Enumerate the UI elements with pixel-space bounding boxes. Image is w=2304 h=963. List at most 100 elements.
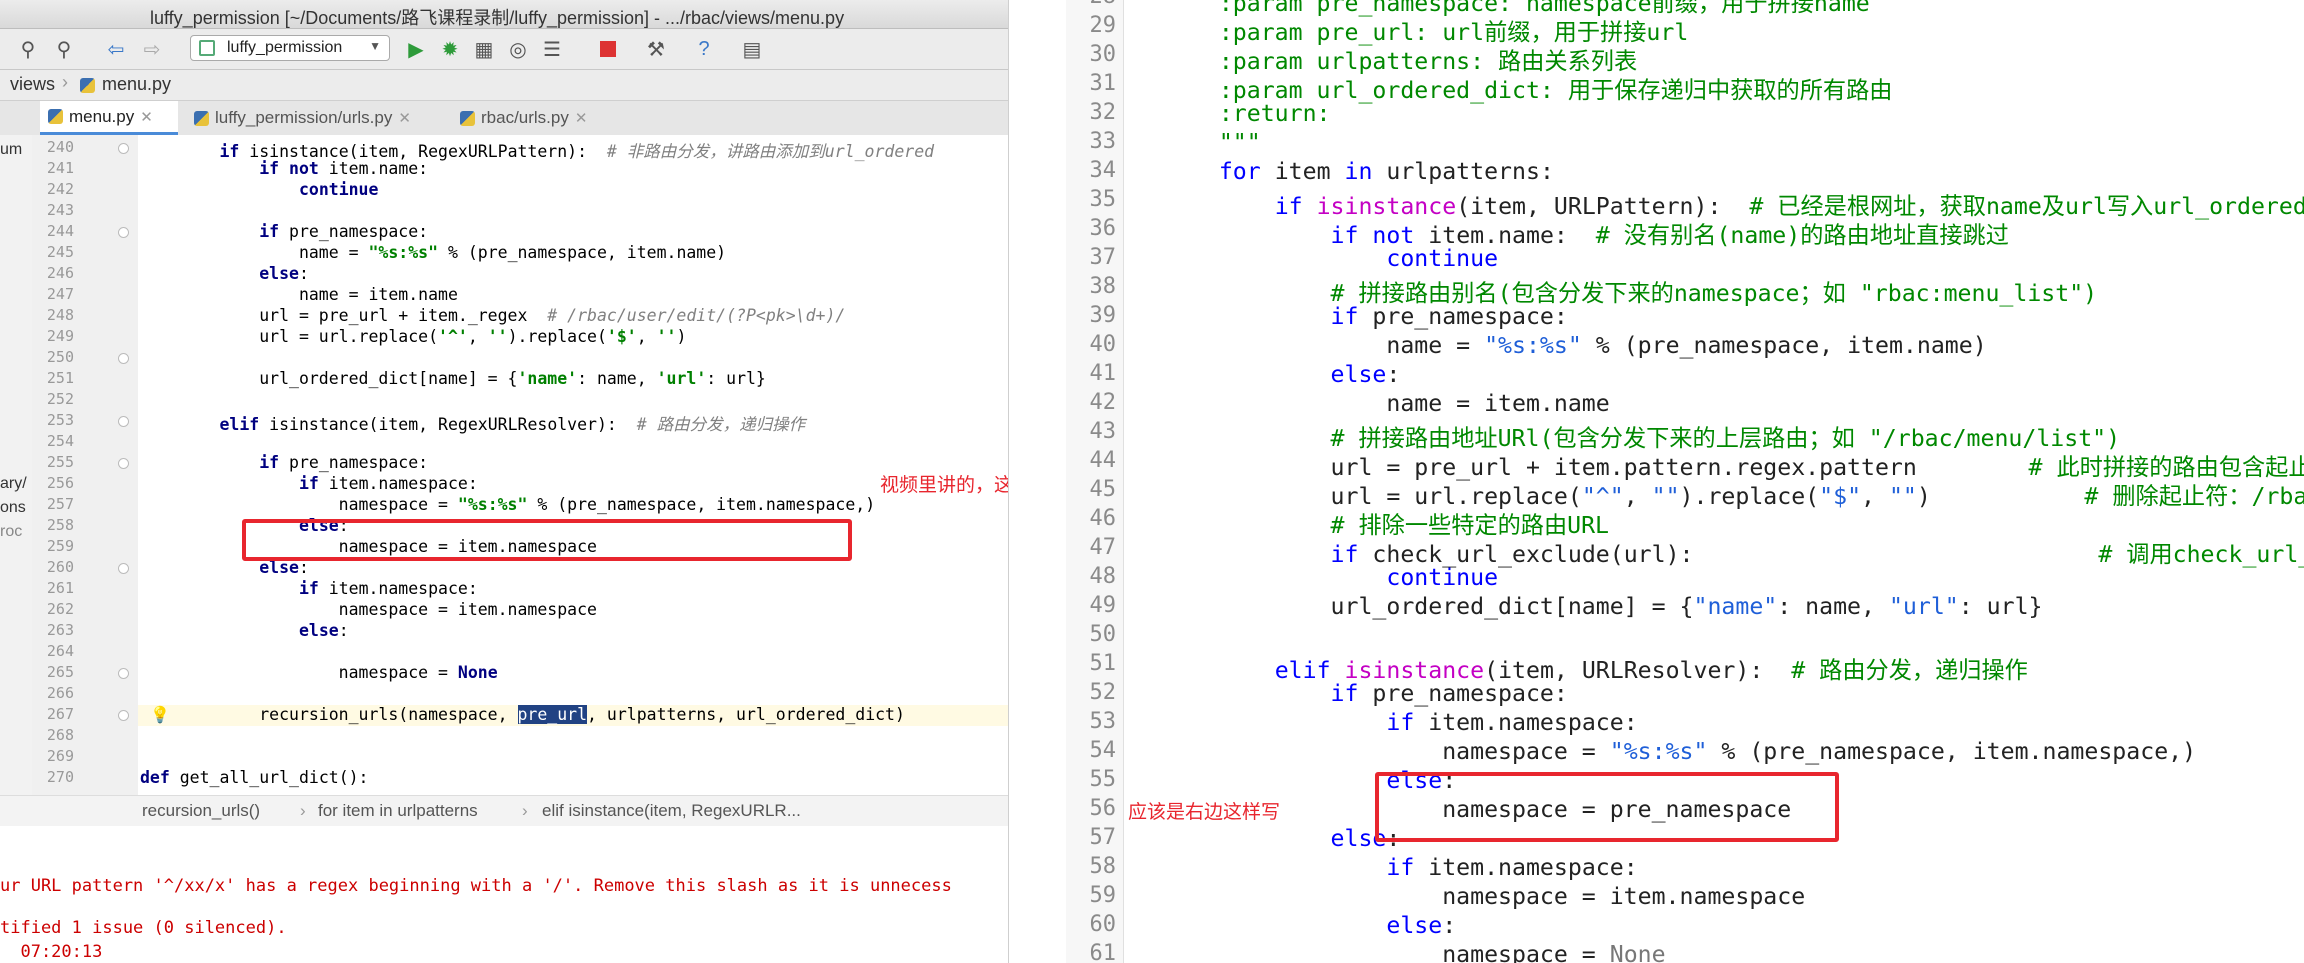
fold-marker-icon[interactable] (118, 710, 129, 721)
line-number: 264 (46, 642, 74, 660)
code-line[interactable]: if pre_namespace: (140, 453, 428, 472)
line-number: 244 (46, 222, 74, 240)
title-bar: luffy_permission [~/Documents/路飞课程录制/luf… (0, 0, 1008, 29)
code-line[interactable]: if item.namespace: (140, 579, 478, 598)
close-icon[interactable]: ✕ (140, 108, 153, 126)
line-number: 242 (46, 180, 74, 198)
annotation-left: 视频里讲的，这行有问题 (880, 475, 1008, 496)
line-number: 28 (1066, 0, 1117, 9)
code-line: namespace = None (1163, 941, 1666, 963)
code-breadcrumb: recursion_urls() › for item in urlpatter… (0, 795, 1008, 827)
line-number: 61 (1089, 941, 1117, 963)
help-icon[interactable]: ? (690, 35, 718, 63)
stop-icon[interactable] (594, 35, 622, 63)
code-line[interactable]: else: (140, 264, 309, 283)
crumb-for-loop[interactable]: for item in urlpatterns (318, 801, 478, 821)
django-config-icon (199, 40, 215, 56)
code-line: else: (1330, 825, 1401, 852)
line-number: 267 (46, 705, 74, 723)
tab-luffy-permission-urls[interactable]: luffy_permission/urls.py ✕ (186, 101, 444, 135)
fold-marker-icon[interactable] (118, 353, 129, 364)
coverage-icon[interactable]: ▦ (470, 35, 498, 63)
line-number: 42 (1089, 390, 1117, 415)
line-number: 44 (1089, 448, 1117, 473)
crumb-separator-icon: › (300, 801, 306, 820)
line-number: 52 (1089, 680, 1117, 705)
line-number: 252 (46, 390, 74, 408)
highlight-box-left (242, 519, 852, 561)
code-line[interactable]: name = item.name (140, 285, 458, 304)
debug-icon[interactable]: ✹ (436, 35, 464, 63)
crumb-elif[interactable]: elif isinstance(item, RegexURLR... (542, 801, 801, 821)
line-number: 58 (1089, 854, 1117, 879)
code-line[interactable]: url = pre_url + item._regex # /rbac/user… (140, 306, 845, 325)
fold-marker-icon[interactable] (118, 416, 129, 427)
line-number: 251 (46, 369, 74, 387)
line-number: 246 (46, 264, 74, 282)
close-icon[interactable]: ✕ (575, 109, 588, 127)
fold-marker-icon[interactable] (118, 227, 129, 238)
line-number: 41 (1089, 361, 1117, 386)
code-line[interactable]: if pre_namespace: (140, 222, 428, 241)
python-file-icon (48, 109, 63, 124)
code-line: if item.namespace: (1386, 854, 1638, 881)
code-line[interactable]: elif isinstance(item, RegexURLResolver):… (140, 411, 805, 435)
search-icon[interactable]: ⚲ (14, 35, 42, 63)
code-line[interactable]: continue (140, 180, 378, 199)
line-number: 259 (46, 537, 74, 555)
line-number: 33 (1089, 129, 1117, 154)
code-line[interactable]: def get_all_url_dict(): (140, 768, 369, 787)
code-line: if pre_namespace: (1330, 303, 1568, 330)
profile-icon[interactable]: ◎ (504, 35, 532, 63)
run-console: ur URL pattern '^/xx/x' has a regex begi… (0, 826, 1008, 963)
line-number: 56 (1089, 796, 1117, 821)
editor-tabs: menu.py ✕ luffy_permission/urls.py ✕ rba… (0, 101, 1008, 136)
run-icon[interactable]: ▶ (402, 35, 430, 63)
right-line-numbers: 28 29 30 31 32 33 34 35 36 37 38 39 40 41 42 43 44 45 46 47… (1066, 0, 1123, 963)
tab-menu-py[interactable]: menu.py ✕ (40, 101, 178, 135)
code-line[interactable]: else: (140, 621, 349, 640)
pane-margin (1009, 0, 1068, 963)
breadcrumb-file[interactable]: menu.py (102, 74, 171, 95)
code-editor[interactable]: if isinstance(item, RegexURLPattern): # … (138, 135, 1008, 795)
vcs-icon[interactable]: ▤ (738, 35, 766, 63)
line-number: 31 (1089, 71, 1117, 96)
breadcrumb-separator-icon: › (62, 72, 68, 92)
breadcrumb-folder[interactable]: views (10, 74, 55, 95)
code-line[interactable]: recursion_urls(namespace, pre_url, urlpa… (140, 705, 905, 724)
code-line[interactable]: url_ordered_dict[name] = {'name': name, … (140, 369, 766, 388)
tab-rbac-urls[interactable]: rbac/urls.py ✕ (452, 101, 616, 135)
line-number: 29 (1089, 13, 1117, 38)
code-line: namespace = "%s:%s" % (pre_namespace, it… (1163, 738, 2304, 765)
code-line[interactable]: url = url.replace('^', '').replace('$', … (140, 327, 686, 346)
code-line[interactable]: namespace = item.namespace (140, 600, 597, 619)
fold-marker-icon[interactable] (118, 458, 129, 469)
line-number: 263 (46, 621, 74, 639)
project-structure-icon[interactable]: ⚒ (642, 35, 670, 63)
code-line[interactable]: namespace = None (140, 663, 498, 682)
intention-bulb-icon[interactable]: 💡 (150, 705, 170, 725)
code-line: continue (1386, 564, 1499, 591)
code-line[interactable]: name = "%s:%s" % (pre_namespace, item.na… (140, 243, 726, 262)
python-file-icon (194, 110, 209, 126)
line-number: 247 (46, 285, 74, 303)
run-configuration-select[interactable]: luffy_permission ▼ (190, 35, 390, 61)
line-number: 37 (1089, 245, 1117, 270)
forward-arrow-icon[interactable]: ⇨ (138, 35, 166, 63)
code-line[interactable]: namespace = "%s:%s" % (pre_namespace, it… (140, 495, 875, 514)
fold-marker-icon[interactable] (118, 563, 129, 574)
code-line[interactable]: if not item.name: (140, 159, 428, 178)
concurrency-icon[interactable]: ☰ (538, 35, 566, 63)
find-usages-icon[interactable]: ⚲ (50, 35, 78, 63)
crumb-function[interactable]: recursion_urls() (142, 801, 260, 821)
fold-marker-icon[interactable] (118, 668, 129, 679)
line-number: 43 (1089, 419, 1117, 444)
line-number: 39 (1089, 303, 1117, 328)
line-number: 49 (1089, 593, 1117, 618)
code-line: url_ordered_dict[name] = {"name": name, … (1163, 593, 2043, 620)
back-arrow-icon[interactable]: ⇦ (102, 35, 130, 63)
fold-marker-icon[interactable] (118, 143, 129, 154)
close-icon[interactable]: ✕ (398, 109, 411, 127)
line-number: 258 (46, 516, 74, 534)
code-line[interactable]: if item.namespace: (140, 474, 478, 493)
